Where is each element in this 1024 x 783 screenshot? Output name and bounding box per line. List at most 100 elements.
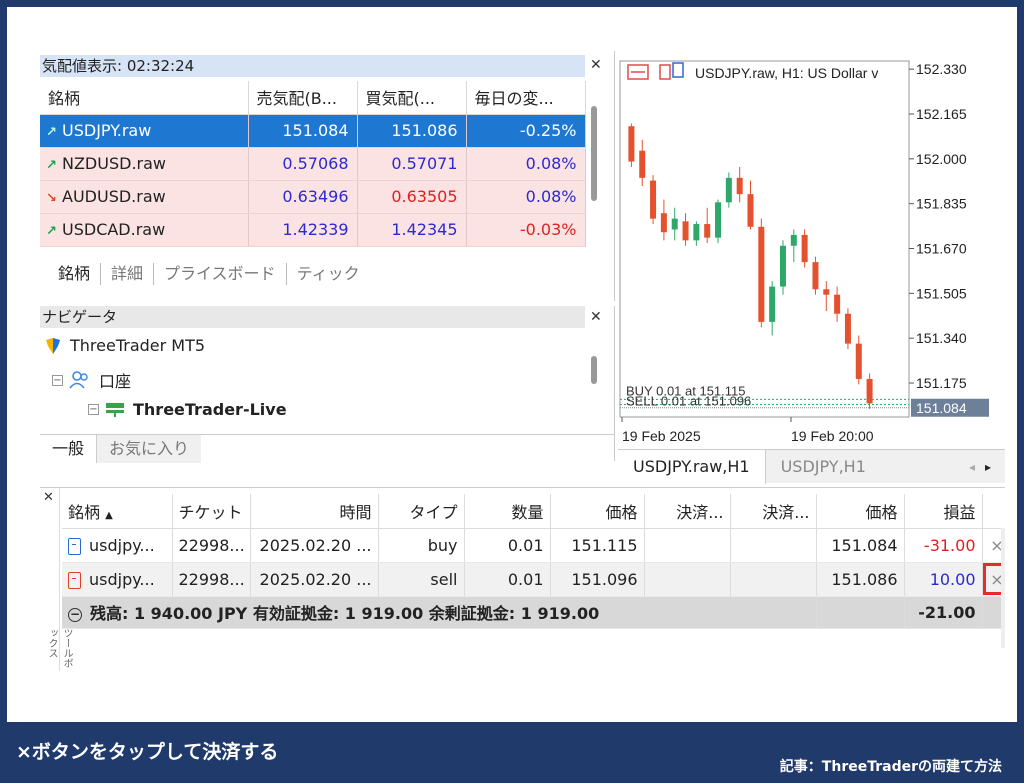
tree-item-live-account[interactable]: − ThreeTrader-Live	[88, 400, 287, 419]
trend-down-icon: ↘	[46, 191, 57, 206]
balance-summary: 残高: 1 940.00 JPY 有効証拠金: 1 919.00 余剰証拠金: …	[90, 604, 600, 623]
tab-details[interactable]: 詳細	[101, 263, 155, 285]
symbol-name: AUDUSD.raw	[62, 187, 166, 206]
tab-chart-usdjpy[interactable]: USDJPY,H1	[766, 450, 881, 484]
column-header-ask[interactable]: 買気配(...	[357, 81, 467, 115]
sell-position-icon	[68, 571, 81, 589]
market-row-audusd[interactable]: ↘ AUDUSD.raw 0.63496 0.63505 0.08%	[40, 180, 586, 214]
tab-scroll-left-icon[interactable]: ◂	[969, 460, 975, 474]
change-value: 0.08%	[466, 147, 586, 181]
tree-item-platform[interactable]: ThreeTrader MT5	[44, 336, 205, 355]
position-profit: 10.00	[904, 562, 983, 597]
col-profit[interactable]: 損益	[904, 494, 983, 529]
position-row-sell[interactable]: usdjpy... 22998... 2025.02.20 ... sell 0…	[62, 562, 1005, 597]
candle-body	[779, 245, 786, 287]
candle-body	[693, 224, 700, 241]
market-watch-scrollbar[interactable]	[591, 106, 597, 201]
current-price-label: 151.084	[916, 400, 967, 416]
candle-body	[715, 202, 722, 238]
candle-body	[823, 289, 830, 295]
candle-body	[758, 226, 765, 322]
total-profit: -21.00	[904, 596, 983, 629]
market-watch-tabs: 銘柄 詳細 プライスボード ティック	[48, 263, 370, 285]
col-ticket[interactable]: チケット	[172, 494, 251, 529]
column-header-symbol[interactable]: 銘柄	[40, 81, 249, 115]
col-sl[interactable]: 決済...	[644, 494, 731, 529]
bid-value: 0.63496	[248, 180, 358, 214]
position-tp[interactable]	[730, 528, 817, 563]
candle-body	[855, 343, 862, 379]
candle-body	[704, 224, 711, 238]
position-open-price: 151.096	[550, 562, 645, 597]
y-tick-label: 151.175	[916, 375, 967, 391]
positions-table: 銘柄 ▲ チケット 時間 タイプ 数量 価格 決済... 決済... 価格 損益	[62, 494, 1005, 629]
col-open-price[interactable]: 価格	[550, 494, 645, 529]
col-price[interactable]: 価格	[816, 494, 905, 529]
candle-body	[747, 194, 754, 227]
tree-item-accounts[interactable]: − 口座	[52, 368, 131, 392]
position-current-price: 151.084	[816, 528, 905, 563]
position-open-price: 151.115	[550, 528, 645, 563]
navigator-scrollbar[interactable]	[591, 356, 597, 384]
price-chart[interactable]: USDJPY.raw, H1: US Dollar v 152.330 152.16…	[618, 51, 1005, 449]
chart-header-text: USDJPY.raw, H1: US Dollar v	[695, 65, 878, 81]
market-watch-panel: 気配値表示: 02:32:24 ✕ 銘柄 売気配(B... 買気配(... 毎日…	[40, 51, 615, 301]
candle-body	[844, 313, 851, 344]
tab-symbols[interactable]: 銘柄	[48, 263, 102, 285]
collapse-circle-icon[interactable]: −	[68, 607, 82, 622]
candle-body	[671, 218, 678, 230]
col-time[interactable]: 時間	[250, 494, 379, 529]
tab-favorites[interactable]: お気に入り	[96, 434, 202, 463]
candle-body	[769, 286, 776, 322]
tab-ticks[interactable]: ティック	[287, 263, 370, 285]
candle-body	[725, 177, 732, 203]
col-type[interactable]: タイプ	[378, 494, 465, 529]
tab-scroll-right-icon[interactable]: ▸	[985, 460, 991, 474]
candle-body	[801, 234, 808, 263]
article-credit: 記事：ThreeTraderの両建て方法	[779, 759, 1002, 775]
position-sl[interactable]	[644, 528, 731, 563]
sort-asc-icon: ▲	[105, 509, 113, 521]
navigator-title: ナビゲータ	[40, 306, 585, 328]
position-sl[interactable]	[644, 562, 731, 597]
ask-value: 151.086	[357, 114, 467, 148]
col-tp[interactable]: 決済...	[730, 494, 817, 529]
collapse-icon[interactable]: −	[88, 404, 99, 415]
column-header-bid[interactable]: 売気配(B...	[248, 81, 358, 115]
position-tp[interactable]	[730, 562, 817, 597]
col-volume[interactable]: 数量	[464, 494, 551, 529]
market-row-usdcad[interactable]: ↗ USDCAD.raw 1.42339 1.42345 -0.03%	[40, 213, 586, 247]
bid-value: 1.42339	[248, 213, 358, 247]
col-symbol[interactable]: 銘柄 ▲	[62, 494, 173, 529]
ask-value: 0.63505	[357, 180, 467, 214]
y-tick-label: 152.165	[916, 106, 967, 122]
candle-body	[812, 262, 819, 290]
navigator-panel: ナビゲータ ✕ ThreeTrader MT5 − 口座 − ThreeTrad…	[40, 306, 615, 463]
collapse-icon[interactable]: −	[52, 374, 63, 386]
tab-general[interactable]: 一般	[40, 434, 97, 463]
toolbox-scrollbar[interactable]	[1001, 528, 1005, 648]
position-current-price: 151.086	[816, 562, 905, 597]
chart-tabs: USDJPY.raw,H1 USDJPY,H1 ◂ ▸	[618, 449, 1005, 484]
chart-panel[interactable]: USDJPY.raw, H1: US Dollar v 152.330 152.16…	[618, 51, 1005, 461]
candle-body	[682, 221, 689, 241]
symbol-name: USDJPY.raw	[62, 121, 152, 140]
balance-row: − 残高: 1 940.00 JPY 有効証拠金: 1 919.00 余剰証拠金:…	[62, 596, 1005, 629]
tab-price-board[interactable]: プライスボード	[154, 263, 287, 285]
y-tick-label: 151.835	[916, 196, 967, 212]
position-symbol: usdjpy...	[89, 535, 155, 555]
position-volume: 0.01	[464, 528, 551, 563]
position-time: 2025.02.20 ...	[250, 528, 379, 563]
accounts-icon	[69, 371, 91, 389]
market-watch-close-icon[interactable]: ✕	[590, 57, 602, 73]
ask-value: 1.42345	[357, 213, 467, 247]
change-value: 0.08%	[466, 180, 586, 214]
market-row-usdjpy[interactable]: ↗ USDJPY.raw 151.084 151.086 -0.25%	[40, 114, 586, 148]
column-header-daily-change[interactable]: 毎日の変...	[466, 81, 586, 115]
tab-chart-usdjpy-raw[interactable]: USDJPY.raw,H1	[618, 449, 766, 484]
position-row-buy[interactable]: usdjpy... 22998... 2025.02.20 ... buy 0.…	[62, 528, 1005, 563]
market-row-nzdusd[interactable]: ↗ NZDUSD.raw 0.57068 0.57071 0.08%	[40, 147, 586, 181]
navigator-close-icon[interactable]: ✕	[590, 309, 602, 325]
toolbox-close-icon[interactable]: ✕	[43, 490, 54, 505]
position-type: sell	[378, 562, 465, 597]
